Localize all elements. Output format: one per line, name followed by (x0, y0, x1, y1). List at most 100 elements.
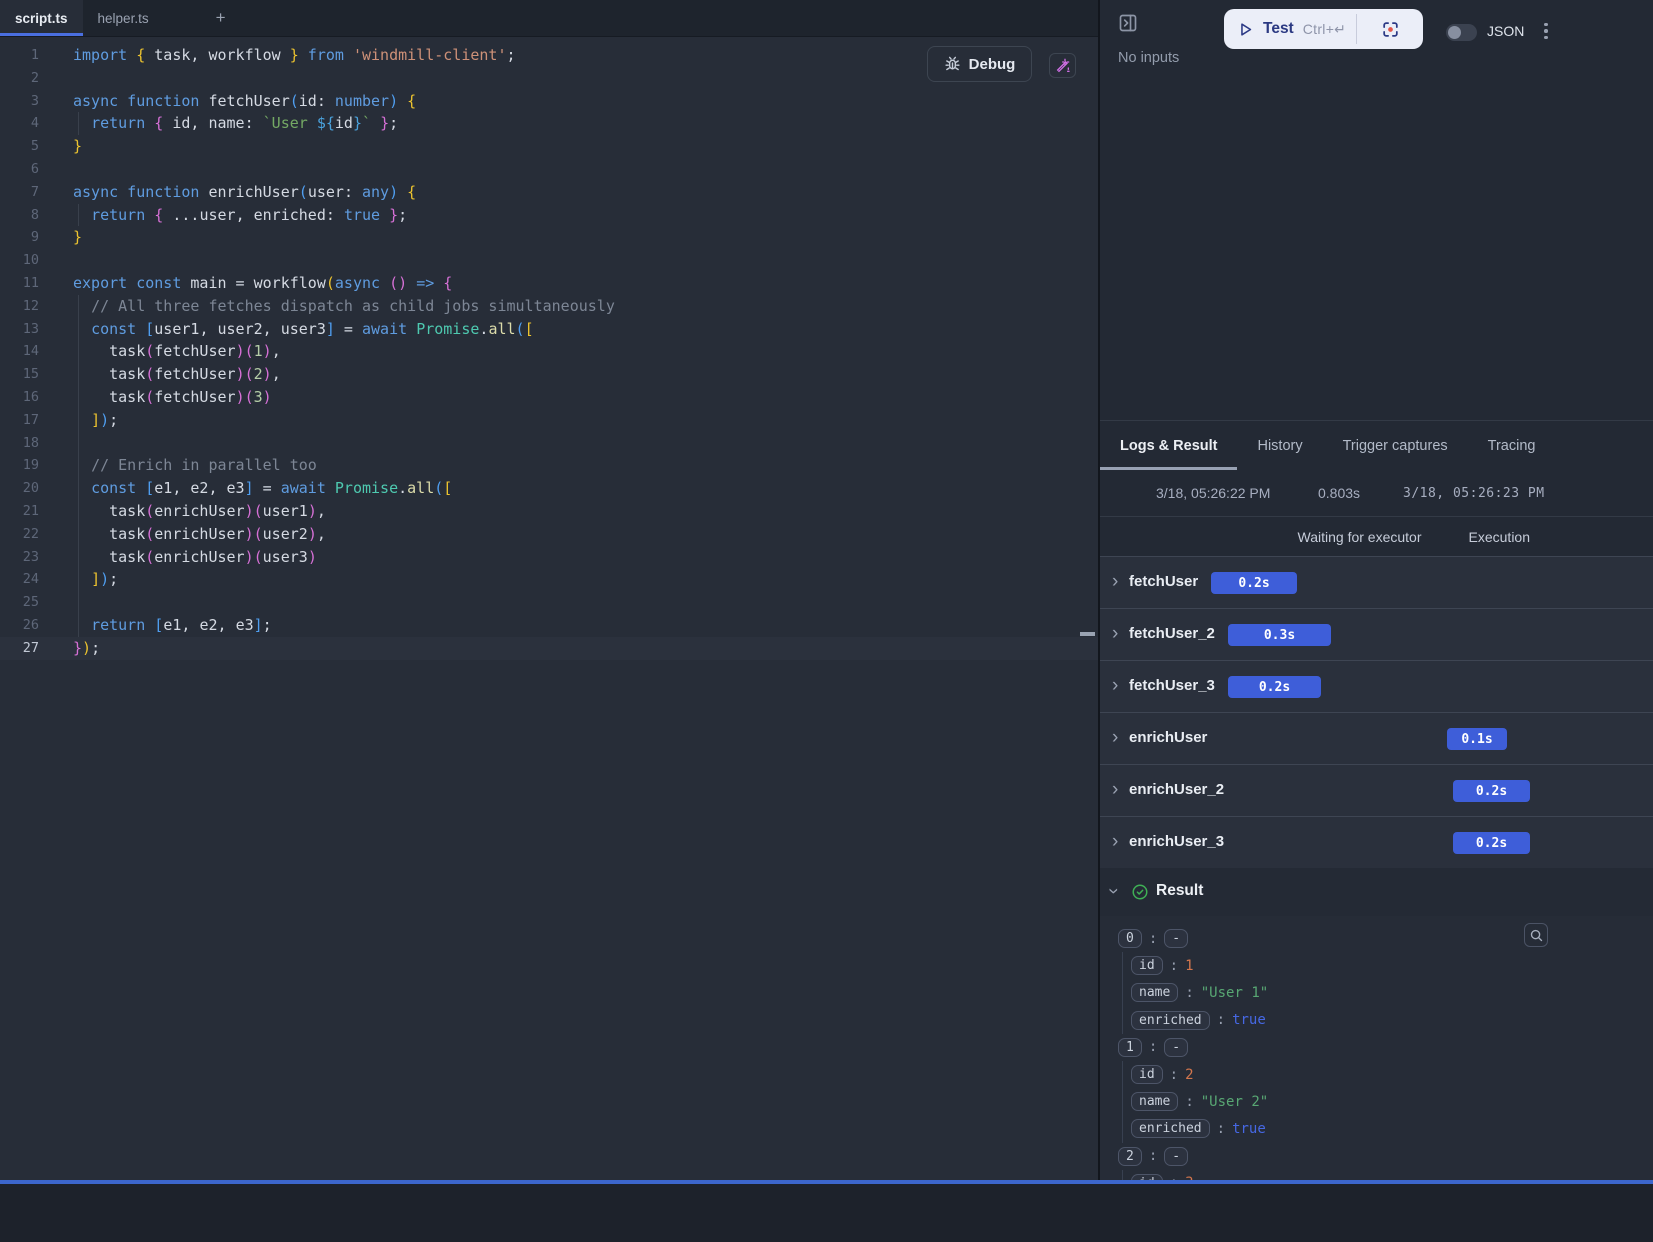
task-row-fetchUser_2[interactable]: › fetchUser_2 0.3s (1100, 609, 1653, 661)
search-icon[interactable] (1524, 923, 1548, 947)
tab-logs-result[interactable]: Logs & Result (1100, 421, 1237, 470)
duration-pill: 0.3s (1228, 624, 1331, 646)
collapse-toggle-badge[interactable]: - (1164, 1147, 1188, 1166)
no-inputs-label: No inputs (1118, 50, 1179, 66)
code-line-27: 27}); (0, 637, 1098, 660)
json-key-badge[interactable]: 1 (1118, 1038, 1142, 1057)
editor-tab-script.ts[interactable]: script.ts (0, 0, 83, 36)
json-value: "User 2" (1201, 1094, 1268, 1110)
json-toggle-label: JSON (1487, 23, 1524, 39)
code-line-24: 24 ]); (0, 568, 1098, 591)
chevron-right-icon[interactable]: › (1112, 675, 1118, 697)
tab-trigger-captures[interactable]: Trigger captures (1323, 421, 1468, 470)
kebab-menu-button[interactable] (1538, 19, 1554, 43)
toggle-knob (1448, 26, 1461, 39)
code-line-18: 18 (0, 432, 1098, 455)
tab-history[interactable]: History (1237, 421, 1322, 470)
result-header[interactable]: › Result (1100, 868, 1653, 916)
json-key-badge[interactable]: id (1131, 1065, 1163, 1084)
debug-button-label: Debug (969, 56, 1016, 73)
code-line-12: 12 // All three fetches dispatch as chil… (0, 295, 1098, 318)
task-name: fetchUser_2 (1129, 625, 1215, 642)
success-check-icon (1131, 883, 1149, 901)
task-row-enrichUser_2[interactable]: ›enrichUser_20.2s (1100, 765, 1653, 817)
task-row-enrichUser[interactable]: › enrichUser 0.1s (1100, 713, 1653, 765)
code-line-17: 17 ]); (0, 409, 1098, 432)
json-row: enriched:true (1100, 1007, 1653, 1034)
task-row-fetchUser[interactable]: ›fetchUser0.2s (1100, 557, 1653, 609)
editor-tab-helper.ts[interactable]: helper.ts (83, 0, 164, 36)
json-row: name:"User 1" (1100, 979, 1653, 1006)
duration-pill: 0.2s (1211, 572, 1297, 594)
code-line-6: 6 (0, 158, 1098, 181)
json-toggle[interactable] (1446, 24, 1477, 41)
json-row: 1:- (1100, 1034, 1653, 1061)
code-line-21: 21 task(enrichUser)(user1), (0, 500, 1098, 523)
json-row: 0:- (1100, 925, 1653, 952)
chevron-right-icon[interactable]: › (1112, 779, 1118, 801)
chevron-right-icon[interactable]: › (1112, 727, 1118, 749)
chevron-right-icon[interactable]: › (1112, 831, 1118, 853)
result-label: Result (1156, 882, 1203, 900)
json-key-badge[interactable]: name (1131, 983, 1178, 1002)
code-line-23: 23 task(enrichUser)(user3) (0, 546, 1098, 569)
code-line-7: 7async function enrichUser(user: any) { (0, 181, 1098, 204)
json-value: "User 1" (1201, 985, 1268, 1001)
panel-tabs: Logs & ResultHistoryTrigger capturesTrac… (1100, 420, 1653, 470)
run-duration: 0.803s (1318, 485, 1360, 501)
test-button[interactable]: Test (1263, 20, 1294, 38)
code-line-13: 13 const [user1, user2, user3] = await P… (0, 318, 1098, 341)
code-editor[interactable]: 1import { task, workflow } from 'windmil… (0, 37, 1098, 1180)
chevron-right-icon[interactable]: › (1112, 623, 1118, 645)
task-row-enrichUser_3[interactable]: ›enrichUser_30.2s (1100, 817, 1653, 869)
collapse-toggle-badge[interactable]: - (1164, 1038, 1188, 1057)
code-line-3: 3async function fetchUser(id: number) { (0, 90, 1098, 113)
windmill-script-editor: script.tshelper.ts + 1import { task, wor… (0, 0, 1653, 1242)
json-value: 2 (1185, 1067, 1193, 1083)
test-button-group: Test Ctrl+↵ (1224, 9, 1423, 49)
code-line-8: 8 return { ...user, enriched: true }; (0, 204, 1098, 227)
chevron-right-icon[interactable]: › (1112, 571, 1118, 593)
collapse-toggle-badge[interactable]: - (1164, 929, 1188, 948)
json-key-badge[interactable]: enriched (1131, 1119, 1210, 1138)
json-row: id:1 (1100, 952, 1653, 979)
code-line-25: 25 (0, 591, 1098, 614)
panel-right-toggle-icon[interactable] (1118, 13, 1138, 33)
json-row: name:"User 2" (1100, 1088, 1653, 1115)
new-tab-button[interactable]: + (204, 0, 238, 36)
debug-button[interactable]: Debug (927, 46, 1032, 82)
code-line-19: 19 // Enrich in parallel too (0, 454, 1098, 477)
task-name: enrichUser (1129, 729, 1207, 746)
json-key-badge[interactable]: name (1131, 1092, 1178, 1111)
chevron-down-icon[interactable]: › (1102, 888, 1124, 894)
run-end-time: 3/18, 05:26:23 PM (1403, 486, 1545, 501)
test-panel: No inputs Test Ctrl+↵ JSON Logs & Result… (1100, 0, 1653, 1180)
task-timeline-rows: ›fetchUser0.2s›fetchUser_20.3s›fetchUser… (1100, 556, 1653, 869)
bug-icon (944, 56, 961, 73)
legend-execution-swatch (1541, 528, 1558, 545)
code-line-15: 15 task(fetchUser)(2), (0, 363, 1098, 386)
json-row: id:2 (1100, 1061, 1653, 1088)
code-lines: 1import { task, workflow } from 'windmil… (0, 37, 1098, 660)
run-start-time: 3/18, 05:26:22 PM (1156, 485, 1270, 501)
test-scope-button[interactable] (1357, 9, 1423, 49)
magic-wand-icon (1055, 58, 1071, 74)
result-json-viewer: 0:-id:1name:"User 1"enriched:true1:-id:2… (1100, 916, 1653, 1180)
json-key-badge[interactable]: 0 (1118, 929, 1142, 948)
tab-tracing[interactable]: Tracing (1468, 421, 1556, 470)
ai-wand-button[interactable] (1049, 53, 1076, 78)
duration-pill: 0.1s (1447, 728, 1507, 750)
code-line-20: 20 const [e1, e2, e3] = await Promise.al… (0, 477, 1098, 500)
task-row-fetchUser_3[interactable]: ›fetchUser_30.2s (1100, 661, 1653, 713)
json-row: enriched:true (1100, 1115, 1653, 1142)
duration-pill: 0.2s (1228, 676, 1321, 698)
json-key-badge[interactable]: enriched (1131, 1011, 1210, 1030)
json-row: id:3 (1100, 1170, 1653, 1180)
legend-waiting-swatch (1431, 528, 1448, 545)
bottom-area (0, 1184, 1653, 1242)
json-value: true (1232, 1121, 1266, 1137)
json-value: true (1232, 1012, 1266, 1028)
json-key-badge[interactable]: id (1131, 956, 1163, 975)
legend-execution-label: Execution (1469, 529, 1530, 545)
json-key-badge[interactable]: 2 (1118, 1147, 1142, 1166)
